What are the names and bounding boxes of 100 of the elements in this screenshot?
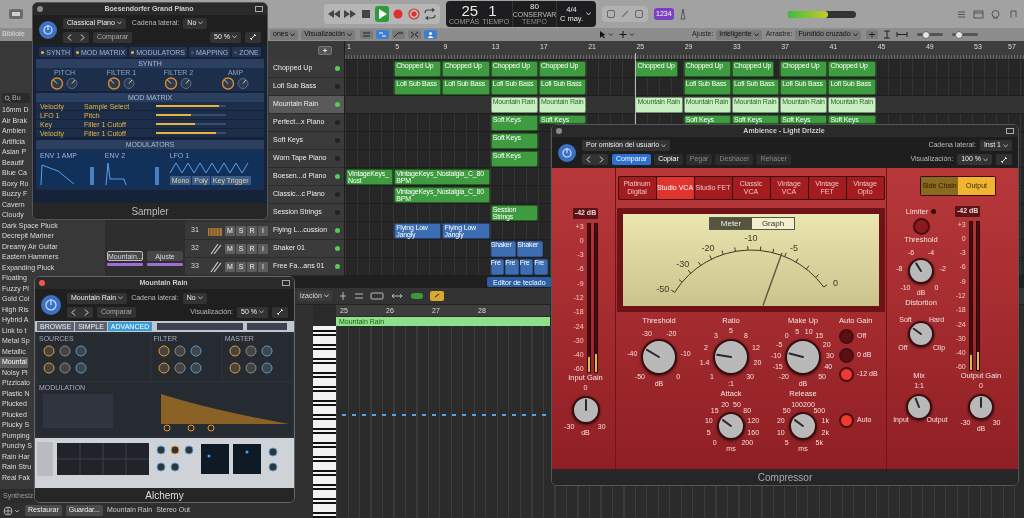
chevron-right-icon	[84, 308, 89, 316]
meter-mode-tab[interactable]: Graph	[752, 218, 794, 229]
grid-icon[interactable]	[359, 30, 373, 39]
vu-scale-label: -20	[701, 243, 715, 253]
plus-tool-icon[interactable]	[617, 30, 636, 39]
knobs-drawing[interactable]	[163, 77, 194, 90]
flex-icon[interactable]	[407, 30, 421, 39]
rotary-knob[interactable]	[789, 412, 817, 440]
link-icon[interactable]	[429, 291, 444, 301]
library-icon[interactable]	[8, 8, 24, 20]
envelope-drawing	[40, 161, 96, 186]
envelope-drawing	[104, 161, 161, 186]
rotary-knob[interactable]	[717, 412, 745, 440]
piano-keyboard[interactable]	[313, 326, 336, 518]
meter-mode-tab[interactable]: Meter	[710, 218, 752, 229]
cycle-button[interactable]	[423, 6, 437, 22]
bar-position: 25	[461, 3, 479, 18]
link-icon	[249, 33, 257, 41]
globe-icon[interactable]	[3, 505, 21, 516]
knobs-drawing[interactable]	[49, 77, 80, 90]
record-icon	[391, 8, 405, 20]
close-button[interactable]	[556, 128, 562, 134]
stretch-icon[interactable]	[389, 291, 404, 301]
caret-icon	[290, 32, 296, 37]
master-volume-slider[interactable]	[787, 10, 856, 18]
toggle-button[interactable]	[839, 329, 854, 344]
caret-icon[interactable]	[586, 12, 591, 16]
vu-scale-label: -5	[790, 243, 799, 253]
power-icon	[562, 147, 572, 158]
power-button[interactable]	[558, 143, 576, 162]
loop-icon[interactable]	[990, 8, 1001, 20]
plugin-name: Compressor	[757, 470, 813, 485]
window-icon[interactable]	[282, 280, 290, 286]
toggle-button[interactable]	[839, 413, 854, 428]
power-button[interactable]	[39, 21, 57, 39]
plugin-name: Sampler	[131, 204, 169, 219]
caret-icon	[661, 143, 667, 148]
caret-icon	[232, 35, 237, 39]
caret-icon	[197, 296, 203, 300]
caret-icon	[118, 296, 124, 300]
caret-icon	[983, 157, 988, 162]
forward-icon	[343, 8, 357, 20]
window-icon[interactable]	[255, 6, 263, 12]
power-icon	[45, 299, 57, 311]
caret-icon	[259, 310, 264, 314]
add-track-icon[interactable]	[318, 46, 332, 55]
link-button[interactable]	[245, 31, 261, 43]
vu-scale-label: -50	[656, 284, 670, 294]
power-button[interactable]	[41, 295, 61, 315]
limiter-button[interactable]	[912, 218, 930, 236]
rotary-knob[interactable]	[571, 395, 600, 424]
caret-icon	[346, 32, 352, 37]
rewind-icon	[327, 8, 341, 20]
zoom-slider-thumb[interactable]	[921, 30, 930, 39]
play-button[interactable]	[375, 6, 389, 22]
rotary-knob[interactable]	[641, 339, 677, 375]
stop-icon	[359, 8, 373, 20]
rotary-knob[interactable]	[968, 393, 994, 420]
caret-icon	[198, 21, 204, 25]
zoom-slider-thumb[interactable]	[955, 30, 964, 39]
level-bar	[147, 263, 183, 266]
plugin-name: Alchemy	[145, 488, 184, 502]
vu-scale-label: -10	[744, 233, 758, 243]
people-icon[interactable]	[423, 30, 437, 39]
toggle-button[interactable]	[839, 348, 854, 363]
chevron-left-icon	[586, 156, 591, 163]
search-icon	[4, 94, 11, 102]
power-icon	[43, 25, 53, 35]
tempo-value: 80	[530, 3, 539, 11]
link-icon	[1000, 155, 1008, 164]
square-icon[interactable]	[634, 9, 644, 19]
chevron-left-icon	[67, 33, 72, 41]
knobs-drawing[interactable]	[220, 77, 251, 90]
caret-icon	[116, 21, 122, 25]
split-icon[interactable]	[337, 291, 348, 301]
caret-icon	[1003, 143, 1008, 148]
beat-position: 1	[488, 3, 497, 18]
link-button[interactable]	[272, 306, 288, 318]
metronome-icon[interactable]	[677, 8, 688, 20]
list-icon[interactable]	[956, 8, 967, 20]
caret-icon	[753, 32, 759, 37]
chevron-right-icon	[599, 156, 604, 163]
window-icon[interactable]	[1006, 128, 1014, 134]
chevron-right-icon	[80, 33, 85, 41]
rotary-knob[interactable]	[785, 339, 821, 375]
vu-scale-label: 0	[833, 278, 839, 288]
rotary-knob[interactable]	[908, 258, 934, 285]
close-button[interactable]	[39, 280, 45, 286]
rotary-knob[interactable]	[908, 321, 934, 348]
toggle-button[interactable]	[839, 367, 854, 382]
level-bar	[107, 263, 143, 266]
rotary-knob[interactable]	[713, 339, 749, 375]
caret-icon	[852, 32, 858, 37]
expand-icon[interactable]	[895, 30, 908, 39]
automation-icon[interactable]	[391, 30, 405, 39]
close-button[interactable]	[37, 6, 43, 12]
knobs-drawing[interactable]	[106, 77, 137, 90]
chevron-left-icon	[71, 308, 76, 316]
link-button[interactable]	[996, 154, 1012, 165]
collapse-icon[interactable]	[353, 291, 364, 301]
